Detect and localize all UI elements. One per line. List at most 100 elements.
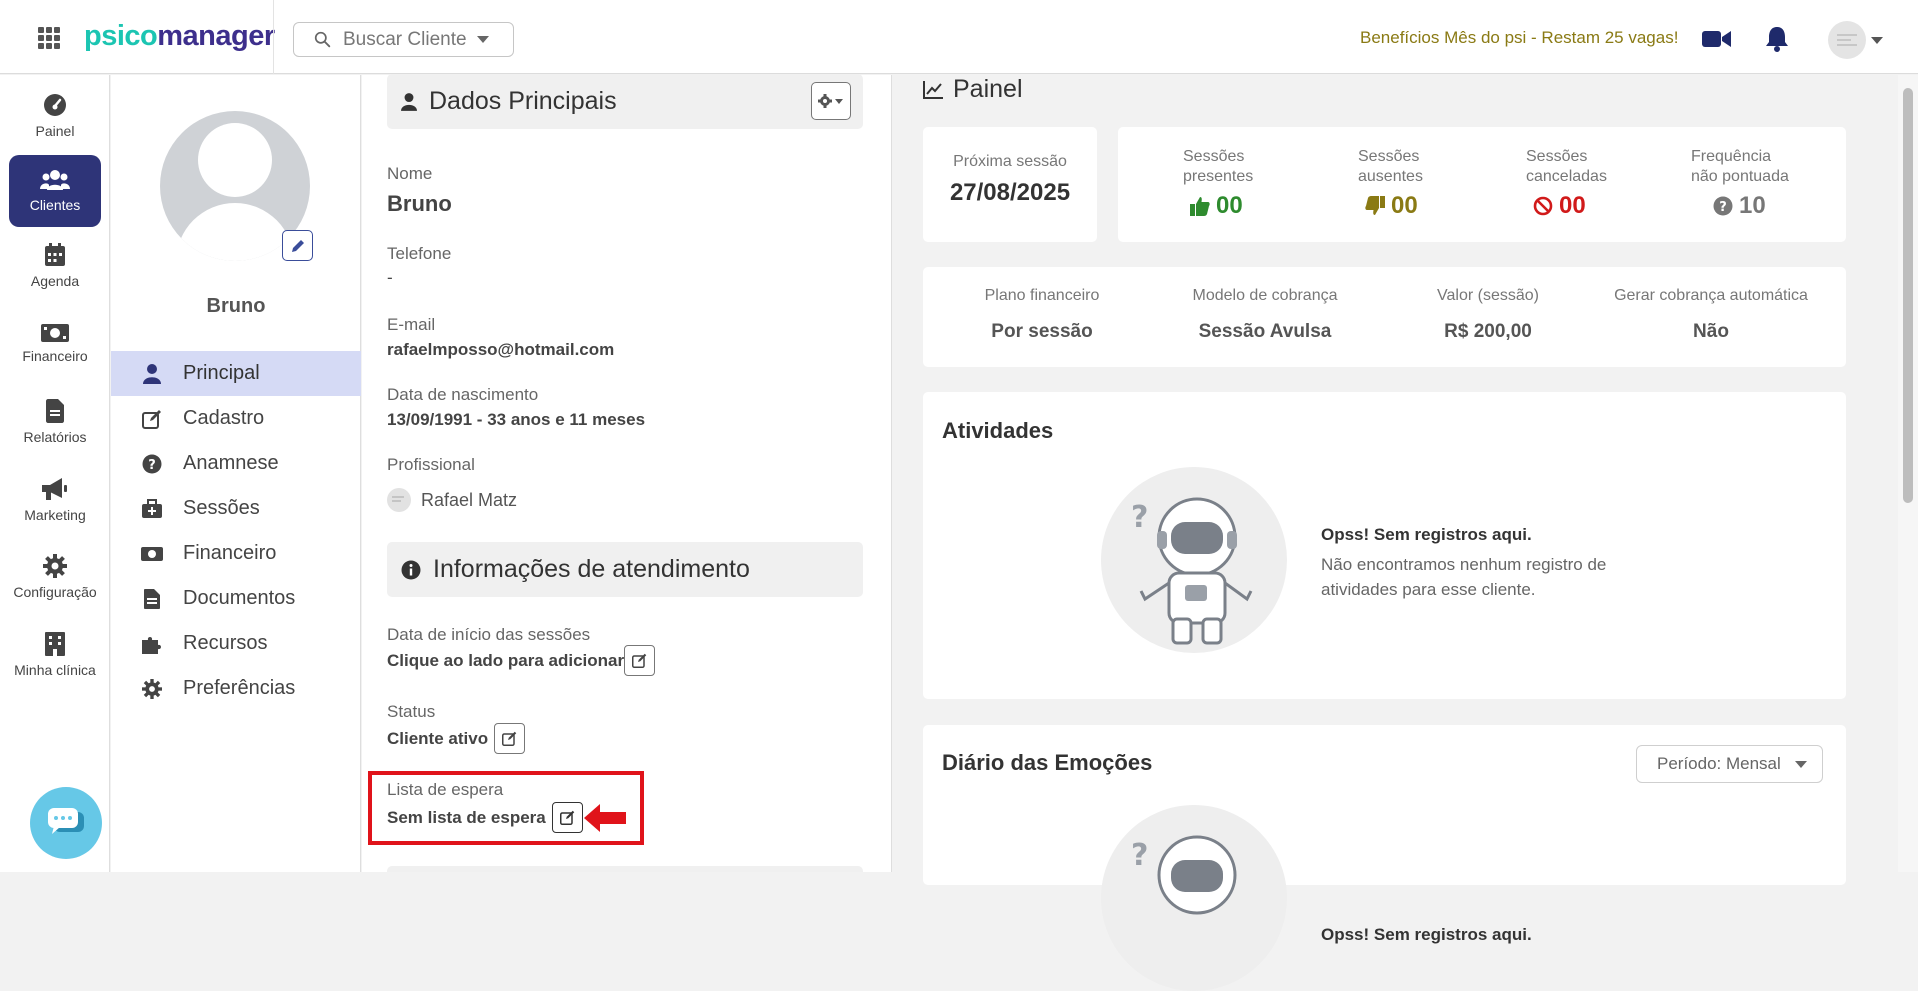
session-stats-card: Sessões presentes 00 Sessões ausentes 00 S… [1118, 127, 1846, 242]
nav-label: Agenda [30, 273, 80, 289]
nav-financeiro[interactable]: Financeiro [0, 308, 110, 380]
menu-recursos[interactable]: Recursos [111, 621, 361, 666]
building-icon [45, 632, 65, 656]
chevron-down-icon [476, 36, 489, 43]
field-value-lista-espera: Sem lista de espera [387, 808, 546, 827]
stat-value: 00 [1559, 192, 1586, 219]
stat-label-line2: ausentes [1358, 168, 1423, 185]
nav-clientes[interactable]: Clientes [9, 155, 101, 227]
edit-start-date-button[interactable] [624, 645, 655, 676]
menu-principal[interactable]: Principal [111, 351, 361, 396]
stat-label-line1: Sessões [1526, 148, 1588, 165]
nav-label: Marketing [24, 507, 86, 523]
bell-icon[interactable] [1765, 26, 1789, 52]
fin-value: R$ 200,00 [1444, 321, 1532, 342]
edit-waiting-list-button[interactable] [552, 802, 583, 833]
period-select[interactable]: Período: Mensal [1636, 745, 1823, 783]
stat-label: Sessões canceladas [1526, 147, 1607, 187]
nav-label: Configuração [13, 584, 97, 600]
top-bar: psicomanager Buscar Cliente Benefícios M… [0, 0, 1918, 74]
menu-label: Preferências [183, 677, 296, 699]
users-icon [40, 169, 70, 191]
apps-grid-icon[interactable] [38, 27, 60, 49]
edit-status-button[interactable] [494, 723, 525, 754]
main-sidebar: Painel Clientes Agenda Financeiro Relató… [0, 75, 110, 872]
user-menu-caret-icon[interactable] [1871, 37, 1883, 44]
stat-canceladas: 00 [1533, 192, 1586, 220]
field-label: Data de início das sessões [387, 625, 591, 644]
money-icon [141, 546, 163, 561]
field-value-status: Cliente ativo [387, 729, 489, 748]
stat-label: Sessões presentes [1183, 147, 1253, 187]
field-label: Telefone [387, 244, 452, 263]
menu-anamnese[interactable]: ? Anamnese [111, 441, 361, 486]
astronaut-illustration: ? [1101, 467, 1287, 653]
promo-link[interactable]: Benefícios Mês do psi - Restam 25 vagas! [1360, 28, 1678, 48]
menu-documentos[interactable]: Documentos [111, 576, 361, 621]
edit-icon [141, 409, 163, 429]
search-placeholder: Buscar Cliente [343, 28, 467, 50]
fin-label: Plano financeiro [984, 287, 1100, 304]
chat-support-button[interactable] [30, 787, 102, 859]
menu-label: Financeiro [183, 542, 277, 564]
nav-minha-clinica[interactable]: Minha clínica [0, 619, 110, 691]
chevron-down-icon [1794, 760, 1807, 768]
edit-icon [632, 653, 647, 668]
stat-nao-pontuada: ? 10 [1713, 192, 1766, 220]
next-session-label: Próxima sessão [953, 153, 1067, 170]
app-logo[interactable]: psicomanager [84, 20, 275, 53]
client-search[interactable]: Buscar Cliente [293, 22, 514, 57]
user-avatar[interactable] [1828, 21, 1866, 59]
menu-label: Principal [183, 362, 260, 384]
nav-label: Relatórios [23, 429, 87, 445]
stat-label-line1: Sessões [1183, 148, 1245, 165]
menu-label: Documentos [183, 587, 296, 609]
menu-sessoes[interactable]: Sessões [111, 486, 361, 531]
period-select-value: Período: Mensal [1657, 754, 1781, 773]
video-camera-icon[interactable] [1702, 29, 1732, 49]
client-profile-panel: Bruno Principal Cadastro ? Anamnese Sess… [111, 75, 361, 872]
empty-state-description: Não encontramos nenhum registro de ativi… [1321, 555, 1607, 599]
edit-photo-button[interactable] [282, 230, 313, 261]
field-label: Lista de espera [387, 780, 504, 799]
stat-label-line1: Sessões [1358, 148, 1420, 165]
section-title: Informações de atendimento [433, 555, 750, 583]
scrollbar-thumb[interactable] [1903, 88, 1913, 503]
painel-header: Painel [923, 75, 1023, 104]
professional-avatar [387, 488, 411, 512]
nav-configuracao[interactable]: Configuração [0, 541, 110, 613]
menu-financeiro[interactable]: Financeiro [111, 531, 361, 576]
red-arrow-icon [584, 804, 628, 832]
gear-icon [141, 678, 163, 699]
stat-value: 10 [1739, 192, 1766, 219]
edit-icon [560, 810, 575, 825]
nav-marketing[interactable]: Marketing [0, 464, 110, 536]
nav-painel[interactable]: Painel [0, 80, 110, 152]
svg-text:?: ? [1131, 838, 1148, 873]
menu-cadastro[interactable]: Cadastro [111, 396, 361, 441]
menu-preferencias[interactable]: Preferências [111, 666, 361, 711]
menu-label: Recursos [183, 632, 268, 654]
edit-icon [502, 731, 517, 746]
activities-title: Atividades [942, 418, 1054, 443]
field-value-nascimento: 13/09/1991 - 33 anos e 11 meses [387, 410, 646, 429]
field-label: Status [387, 702, 436, 721]
stat-label-line1: Frequência [1691, 148, 1772, 165]
field-label: Profissional [387, 455, 475, 474]
nav-agenda[interactable]: Agenda [0, 230, 110, 302]
nav-relatorios[interactable]: Relatórios [0, 386, 110, 458]
next-session-date: 27/08/2025 [949, 179, 1071, 206]
nav-label: Financeiro [22, 348, 88, 364]
info-icon [401, 560, 421, 580]
empty-state-title: Opss! Sem registros aqui. [1321, 525, 1532, 544]
settings-dropdown-button[interactable] [811, 82, 851, 120]
search-icon [314, 31, 331, 48]
fin-value: Não [1693, 321, 1729, 342]
stat-label: Sessões ausentes [1358, 147, 1423, 187]
stat-label: Frequência não pontuada [1691, 147, 1789, 187]
fin-label: Valor (sessão) [1437, 287, 1539, 304]
stat-presentes: 00 [1190, 192, 1243, 220]
field-label: Nome [387, 164, 433, 183]
fin-value: Sessão Avulsa [1198, 321, 1332, 342]
question-icon: ? [141, 454, 163, 474]
